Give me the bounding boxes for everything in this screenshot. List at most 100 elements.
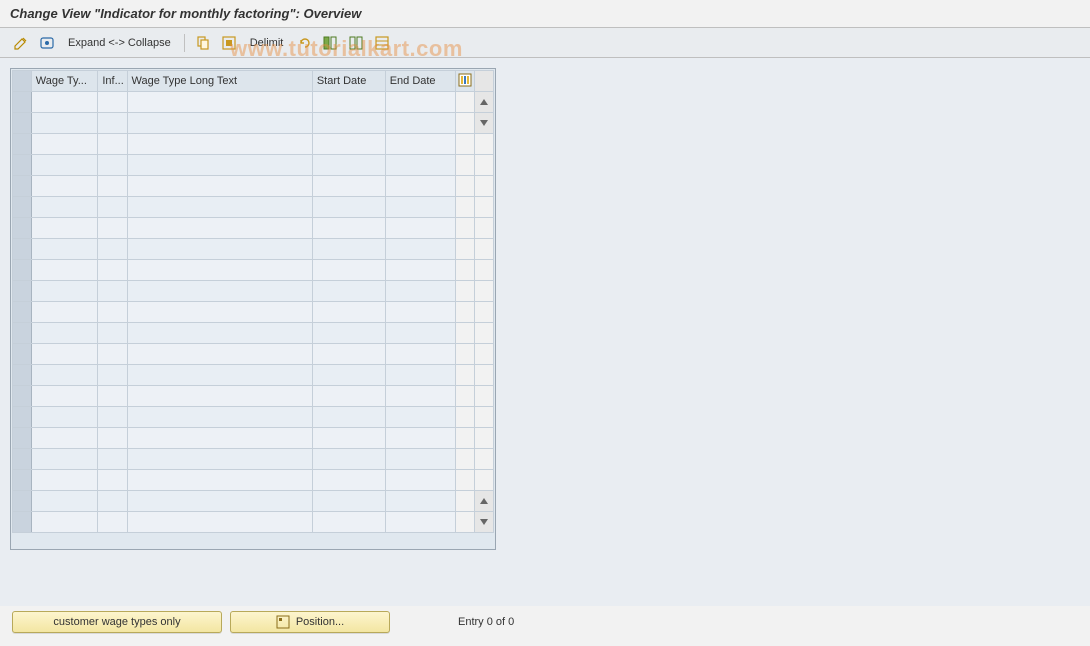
- cell[interactable]: [385, 113, 456, 134]
- cell[interactable]: [127, 218, 312, 239]
- cell[interactable]: [127, 512, 312, 533]
- cell[interactable]: [98, 470, 127, 491]
- row-select[interactable]: [13, 92, 32, 113]
- cell[interactable]: [127, 323, 312, 344]
- copy-icon[interactable]: [192, 32, 214, 54]
- cell[interactable]: [31, 323, 98, 344]
- scroll-track[interactable]: [475, 344, 494, 365]
- scroll-track[interactable]: [475, 449, 494, 470]
- cell[interactable]: [127, 92, 312, 113]
- row-select[interactable]: [13, 512, 32, 533]
- cell[interactable]: [31, 281, 98, 302]
- cell[interactable]: [98, 365, 127, 386]
- cell[interactable]: [127, 470, 312, 491]
- scroll-track[interactable]: [475, 386, 494, 407]
- cell[interactable]: [385, 407, 456, 428]
- cell[interactable]: [312, 512, 385, 533]
- cell[interactable]: [312, 302, 385, 323]
- scroll-track[interactable]: [475, 218, 494, 239]
- cell[interactable]: [312, 470, 385, 491]
- cell[interactable]: [98, 155, 127, 176]
- cell[interactable]: [98, 134, 127, 155]
- cell[interactable]: [31, 470, 98, 491]
- scroll-track[interactable]: [475, 281, 494, 302]
- cell[interactable]: [127, 344, 312, 365]
- select-all-header[interactable]: [13, 71, 32, 92]
- cell[interactable]: [98, 197, 127, 218]
- cell[interactable]: [31, 512, 98, 533]
- scroll-track[interactable]: [475, 155, 494, 176]
- cell[interactable]: [31, 407, 98, 428]
- scroll-track[interactable]: [475, 197, 494, 218]
- scroll-down-button-bottom[interactable]: [475, 512, 494, 533]
- cell[interactable]: [31, 365, 98, 386]
- cell[interactable]: [127, 386, 312, 407]
- row-select[interactable]: [13, 239, 32, 260]
- scroll-track[interactable]: [475, 470, 494, 491]
- cell[interactable]: [385, 344, 456, 365]
- row-select[interactable]: [13, 176, 32, 197]
- select-block-icon[interactable]: [319, 32, 341, 54]
- cell[interactable]: [312, 197, 385, 218]
- cell[interactable]: [31, 176, 98, 197]
- cell[interactable]: [385, 92, 456, 113]
- cell[interactable]: [385, 260, 456, 281]
- scroll-track[interactable]: [475, 134, 494, 155]
- cell[interactable]: [98, 239, 127, 260]
- cell[interactable]: [312, 260, 385, 281]
- row-select[interactable]: [13, 155, 32, 176]
- cell[interactable]: [31, 92, 98, 113]
- row-select[interactable]: [13, 281, 32, 302]
- cell[interactable]: [312, 491, 385, 512]
- cell[interactable]: [127, 281, 312, 302]
- cell[interactable]: [127, 134, 312, 155]
- row-select[interactable]: [13, 491, 32, 512]
- cell[interactable]: [385, 449, 456, 470]
- cell[interactable]: [127, 407, 312, 428]
- scroll-track[interactable]: [475, 365, 494, 386]
- row-select[interactable]: [13, 197, 32, 218]
- delimit-button[interactable]: Delimit: [244, 32, 290, 54]
- row-select[interactable]: [13, 470, 32, 491]
- scroll-track[interactable]: [475, 176, 494, 197]
- scroll-track[interactable]: [475, 239, 494, 260]
- cell[interactable]: [127, 197, 312, 218]
- cell[interactable]: [385, 386, 456, 407]
- cell[interactable]: [31, 428, 98, 449]
- cell[interactable]: [98, 344, 127, 365]
- cell[interactable]: [312, 176, 385, 197]
- cell[interactable]: [127, 428, 312, 449]
- cell[interactable]: [31, 113, 98, 134]
- scroll-track[interactable]: [475, 302, 494, 323]
- cell[interactable]: [31, 155, 98, 176]
- scroll-down-button[interactable]: [475, 113, 494, 134]
- cell[interactable]: [98, 176, 127, 197]
- cell[interactable]: [31, 386, 98, 407]
- cell[interactable]: [98, 113, 127, 134]
- cell[interactable]: [31, 344, 98, 365]
- other-view-icon[interactable]: [36, 32, 58, 54]
- cell[interactable]: [385, 428, 456, 449]
- cell[interactable]: [31, 260, 98, 281]
- col-start-date[interactable]: Start Date: [312, 71, 385, 92]
- cell[interactable]: [127, 302, 312, 323]
- cell[interactable]: [98, 302, 127, 323]
- cell[interactable]: [127, 176, 312, 197]
- row-select[interactable]: [13, 449, 32, 470]
- cell[interactable]: [312, 92, 385, 113]
- cell[interactable]: [312, 155, 385, 176]
- cell[interactable]: [385, 512, 456, 533]
- scroll-track[interactable]: [475, 407, 494, 428]
- cell[interactable]: [127, 449, 312, 470]
- row-select[interactable]: [13, 407, 32, 428]
- cell[interactable]: [31, 218, 98, 239]
- table-settings-icon[interactable]: [371, 32, 393, 54]
- cell[interactable]: [98, 218, 127, 239]
- cell[interactable]: [385, 491, 456, 512]
- cell[interactable]: [312, 323, 385, 344]
- cell[interactable]: [98, 260, 127, 281]
- row-select[interactable]: [13, 260, 32, 281]
- col-long-text[interactable]: Wage Type Long Text: [127, 71, 312, 92]
- cell[interactable]: [312, 449, 385, 470]
- col-wage-type[interactable]: Wage Ty...: [31, 71, 98, 92]
